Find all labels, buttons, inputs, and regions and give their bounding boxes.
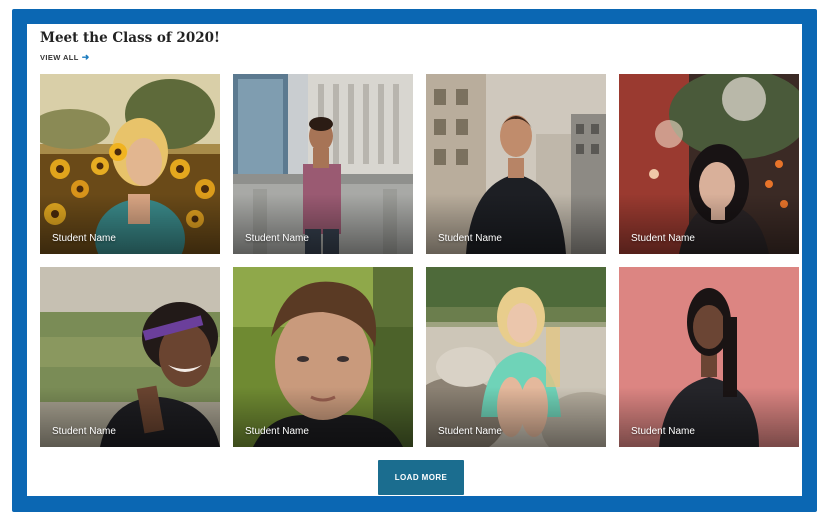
student-card[interactable]: Student Name: [619, 267, 799, 447]
class-section: Meet the Class of 2020! VIEW ALL ➜ Stude…: [27, 24, 802, 496]
caption-gradient: [40, 387, 220, 447]
caption-gradient: [619, 387, 799, 447]
caption-gradient: [619, 194, 799, 254]
student-name: Student Name: [245, 426, 309, 437]
student-name: Student Name: [52, 426, 116, 437]
student-card[interactable]: Student Name: [40, 74, 220, 254]
view-all-label: VIEW ALL: [40, 53, 79, 62]
student-name: Student Name: [245, 233, 309, 244]
caption-gradient: [40, 194, 220, 254]
student-name: Student Name: [52, 233, 116, 244]
student-card[interactable]: Student Name: [426, 267, 606, 447]
load-more-button[interactable]: LOAD MORE: [378, 460, 464, 495]
student-card[interactable]: Student Name: [233, 74, 413, 254]
student-card[interactable]: Student Name: [40, 267, 220, 447]
student-name: Student Name: [631, 233, 695, 244]
caption-gradient: [233, 194, 413, 254]
student-grid: Student Name Student Name Student Name S…: [40, 74, 799, 447]
student-name: Student Name: [438, 233, 502, 244]
caption-gradient: [426, 387, 606, 447]
student-card[interactable]: Student Name: [233, 267, 413, 447]
student-card[interactable]: Student Name: [426, 74, 606, 254]
caption-gradient: [426, 194, 606, 254]
arrow-right-icon: ➜: [81, 52, 90, 62]
caption-gradient: [233, 387, 413, 447]
view-all-link[interactable]: VIEW ALL ➜: [40, 52, 90, 63]
student-name: Student Name: [438, 426, 502, 437]
student-card[interactable]: Student Name: [619, 74, 799, 254]
student-name: Student Name: [631, 426, 695, 437]
section-title: Meet the Class of 2020!: [40, 30, 220, 46]
blue-border-frame: Meet the Class of 2020! VIEW ALL ➜ Stude…: [12, 9, 817, 512]
